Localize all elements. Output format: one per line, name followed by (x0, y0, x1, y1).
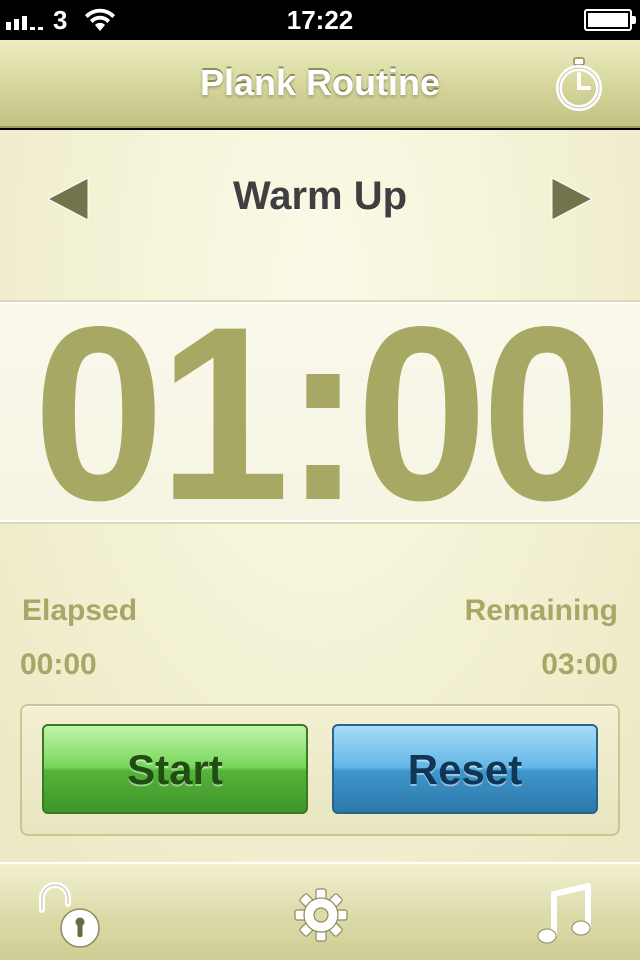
status-bar: 3 17:22 (0, 0, 640, 40)
remaining-value: 03:00 (541, 648, 618, 681)
music-note-icon[interactable] (530, 880, 600, 950)
remaining-label: Remaining (464, 594, 618, 627)
routine-name: Warm Up (232, 174, 408, 218)
start-button[interactable]: Start (42, 724, 308, 814)
stopwatch-icon[interactable] (554, 56, 604, 112)
battery-icon (584, 9, 636, 31)
nav-bar: Plank Routine (0, 40, 640, 128)
gear-icon[interactable] (286, 880, 356, 950)
timer-band: 01:00 (0, 290, 640, 538)
status-time: 17:22 (286, 5, 354, 35)
unlock-icon[interactable] (34, 880, 104, 950)
page-title: Plank Routine (199, 62, 441, 103)
elapsed-value: 00:00 (20, 648, 97, 681)
timer-display: 01:00 (33, 275, 613, 553)
elapsed-label: Elapsed (22, 594, 138, 627)
reset-button[interactable]: Reset (332, 724, 598, 814)
action-panel: Start Reset (20, 704, 620, 836)
triangle-right-icon[interactable] (550, 176, 594, 222)
tab-bar (0, 862, 640, 960)
main-content: Warm Up 01:00 Elapsed 00:00 Remaining 03… (0, 130, 640, 862)
